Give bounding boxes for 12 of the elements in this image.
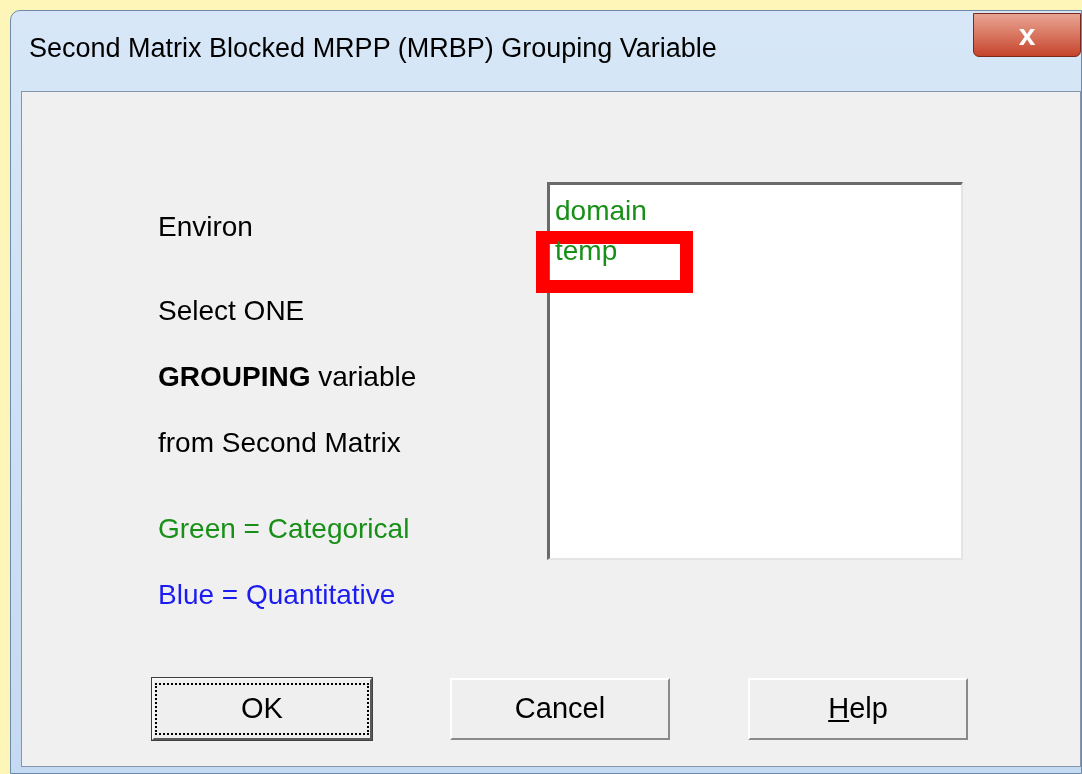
instruction-text: from Second Matrix [158,426,402,460]
instruction-text: Select ONE [158,294,306,328]
ok-button[interactable]: OK [152,678,372,740]
cancel-button[interactable]: Cancel [450,678,670,740]
legend-text: Blue = Quantitative [158,578,397,612]
instruction-text: GROUPING variable [158,360,418,394]
variable-item[interactable]: temp [555,230,618,272]
matrix-name: Environ [158,210,254,244]
variable-item[interactable]: domain [555,190,647,232]
help-button[interactable]: Help [748,678,968,740]
legend-text: Green = Categorical [158,512,411,546]
window-title: Second Matrix Blocked MRPP (MRBP) Grouping Variable [29,31,717,65]
